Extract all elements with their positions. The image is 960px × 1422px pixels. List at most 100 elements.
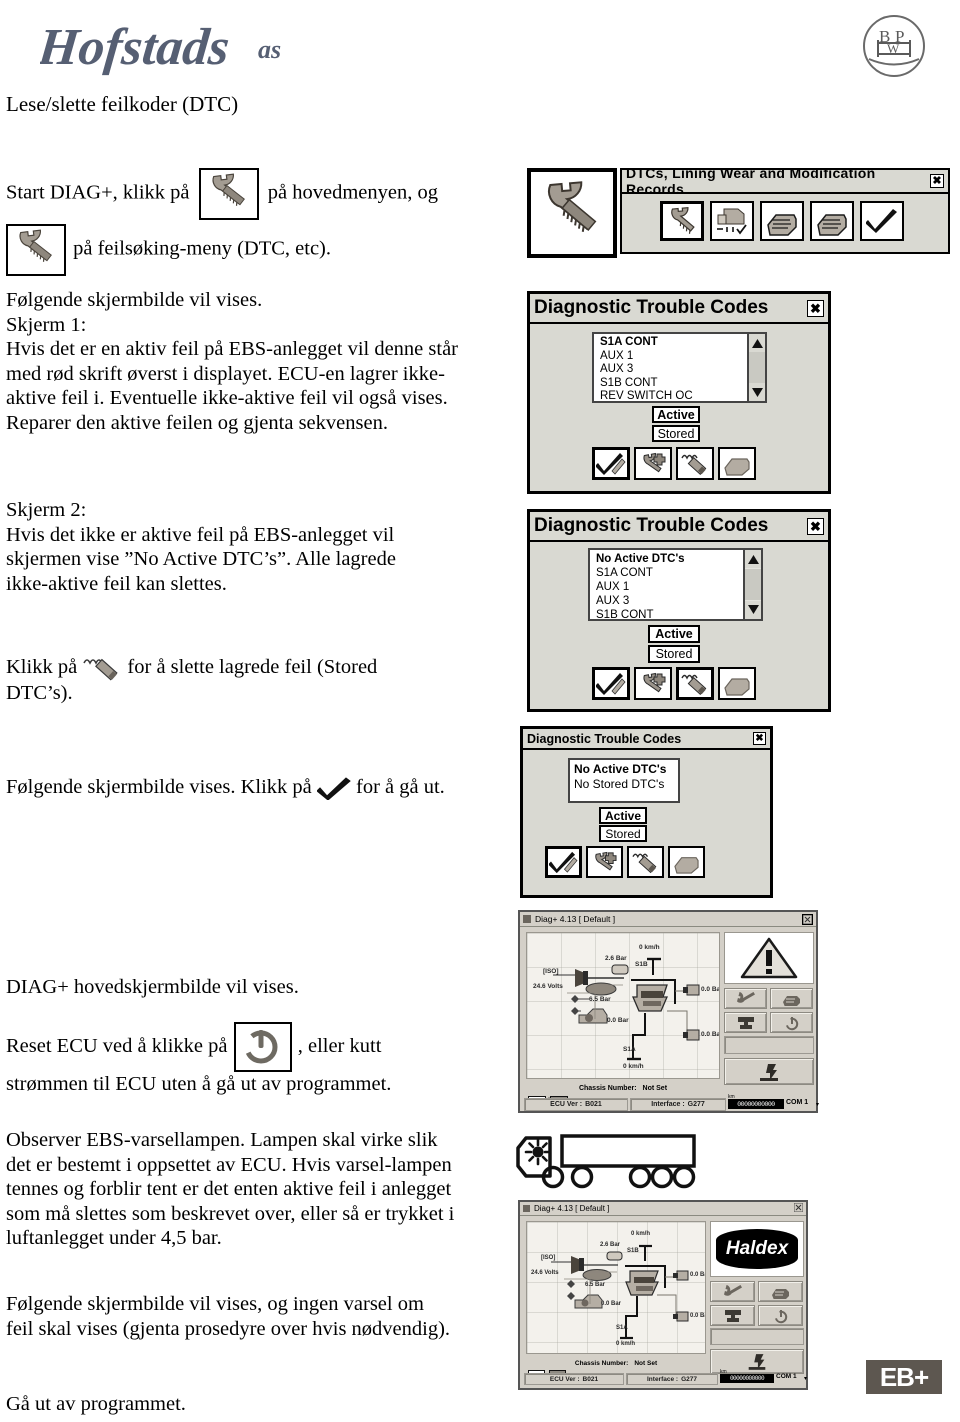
- label-speed-top: 0 km/h: [631, 1231, 651, 1237]
- list-item[interactable]: AUX 1: [600, 350, 765, 364]
- diag-wrench-button[interactable]: [710, 1281, 755, 1302]
- label-sensor-s1b: S1B: [627, 1248, 639, 1254]
- label-voltage: 24.6 Volts: [533, 983, 563, 990]
- wrench-button-icon-2[interactable]: [6, 224, 66, 276]
- report-button[interactable]: [724, 1012, 767, 1033]
- list-scrollbar[interactable]: [747, 334, 765, 401]
- com-port-dropdown-icon[interactable]: ▾: [816, 1101, 819, 1108]
- interface-label: Interface :: [651, 1101, 685, 1108]
- right-status-field: [710, 1328, 804, 1345]
- label-voltage: 24.6 Volts: [531, 1270, 559, 1276]
- wrench-plus-button[interactable]: [586, 846, 623, 878]
- p9-paragraph: Følgende skjermbilde vil vises, og ingen…: [6, 1293, 451, 1340]
- check-wrench-button[interactable]: [592, 667, 630, 700]
- print-records-button[interactable]: [718, 667, 756, 700]
- label-reservoir: 6.5 Bar: [585, 1282, 606, 1288]
- label-sensor-s1b: S1B: [635, 961, 648, 968]
- app-icon: [523, 915, 531, 923]
- p1-text-a: Start DIAG+, klikk på: [6, 181, 190, 204]
- dtcs-lining-wear-window: DTCs, Lining Wear and Modification Recor…: [620, 165, 950, 254]
- list-item[interactable]: AUX 1: [596, 580, 761, 594]
- tab-stored[interactable]: Stored: [652, 425, 700, 442]
- scroll-thumb[interactable]: [745, 568, 761, 601]
- tab-stored[interactable]: Stored: [648, 645, 700, 663]
- check-wrench-button[interactable]: [592, 447, 630, 480]
- com-port-dropdown-icon[interactable]: ▾: [804, 1375, 807, 1382]
- odometer-display: 00000000000: [728, 1099, 784, 1109]
- instruction-paragraph-1: Start DIAG+, klikk på på hovedmenyen, og: [6, 168, 476, 220]
- ecu-setup-button[interactable]: [770, 988, 813, 1009]
- close-icon[interactable]: [793, 1202, 804, 1214]
- list-item[interactable]: S1A CONT: [596, 566, 761, 580]
- list-item[interactable]: S1B CONT: [596, 608, 761, 619]
- ecu-setup-button[interactable]: [758, 1281, 803, 1302]
- tab-active[interactable]: Active: [599, 807, 647, 824]
- dtc-list[interactable]: No Active DTC's No Stored DTC's: [568, 758, 680, 803]
- com-port-label: COM 1: [786, 1099, 809, 1106]
- p2-line1: Følgende skjermbilde vil vises.: [6, 289, 263, 311]
- lining-wear-button[interactable]: [710, 201, 754, 241]
- label-bar-right-1: 0.0 Bar: [690, 1272, 705, 1278]
- svg-text:as: as: [258, 35, 281, 64]
- print-records-button[interactable]: [718, 447, 756, 480]
- pneumatic-diagram-canvas: [ISO] 24.6 Volts 2.6 Bar 0 km/h S1B 6.5 …: [526, 1221, 706, 1354]
- print-records-button[interactable]: [668, 846, 705, 878]
- list-scrollbar[interactable]: [743, 550, 761, 619]
- close-icon[interactable]: ✖: [807, 299, 824, 317]
- close-icon[interactable]: [802, 913, 813, 925]
- power-reset-button-icon[interactable]: [233, 1022, 292, 1072]
- wrench-button-icon-1[interactable]: [198, 168, 259, 220]
- interface-status: Interface : G277: [626, 1373, 718, 1385]
- close-icon[interactable]: ✖: [753, 732, 766, 745]
- list-item[interactable]: No Active DTC's: [596, 552, 761, 566]
- chassis-number-row: Chassis Number: Not Set: [526, 1082, 720, 1095]
- close-icon[interactable]: ✖: [807, 517, 824, 535]
- wrench-plus-button[interactable]: [634, 447, 672, 480]
- power-reset-button[interactable]: [770, 1012, 813, 1033]
- tab-active[interactable]: Active: [648, 625, 700, 643]
- list-item[interactable]: AUX 3: [596, 594, 761, 608]
- list-item[interactable]: No Active DTC's: [574, 762, 678, 777]
- scroll-up-arrow[interactable]: [745, 550, 761, 568]
- wrench-plus-button[interactable]: [634, 667, 672, 700]
- exit-check-button[interactable]: [860, 201, 904, 241]
- scroll-down-arrow[interactable]: [749, 383, 765, 401]
- close-icon[interactable]: ✖: [930, 174, 944, 188]
- page-title: Lese/slette feilkoder (DTC): [6, 92, 239, 116]
- records-button-1[interactable]: [760, 201, 804, 241]
- dtc-list[interactable]: S1A CONT AUX 1 AUX 3 S1B CONT REV SWITCH…: [592, 332, 767, 403]
- interface-value: G277: [681, 1375, 697, 1383]
- diagplus-main-window: Diag+ 4.13 [ Default ] [ISO] 24.6 Volts …: [518, 910, 819, 1113]
- tab-stored[interactable]: Stored: [599, 825, 647, 842]
- window-title-text: Diagnostic Trouble Codes: [527, 731, 682, 746]
- scroll-up-arrow[interactable]: [749, 334, 765, 352]
- power-reset-button[interactable]: [758, 1305, 803, 1326]
- scroll-thumb[interactable]: [749, 352, 765, 383]
- report-button[interactable]: [710, 1305, 755, 1326]
- list-item[interactable]: No Stored DTC's: [574, 777, 678, 792]
- list-item[interactable]: S1B CONT: [600, 377, 765, 391]
- diag-wrench-button[interactable]: [724, 988, 767, 1009]
- list-item[interactable]: REV SWITCH OC: [600, 390, 765, 401]
- scroll-down-arrow[interactable]: [745, 600, 761, 619]
- checkmark-inline-icon[interactable]: [316, 776, 351, 801]
- check-wrench-button[interactable]: [545, 846, 582, 878]
- erase-spark-button[interactable]: [627, 846, 664, 878]
- list-item[interactable]: S1A CONT: [600, 336, 765, 350]
- erase-spark-inline-icon[interactable]: [82, 655, 122, 681]
- tab-active[interactable]: Active: [652, 406, 700, 423]
- haldex-logo-panel: Haldex: [710, 1221, 804, 1277]
- erase-spark-button[interactable]: [676, 447, 714, 480]
- label-iso: [ISO]: [541, 1255, 556, 1261]
- app-title-text: Diag+ 4.13 [ Default ]: [535, 914, 616, 924]
- records-button-2[interactable]: [810, 201, 854, 241]
- instruction-paragraph-1b: på feilsøking-meny (DTC, etc).: [6, 224, 476, 276]
- p10-paragraph: Gå ut av programmet.: [6, 1393, 186, 1415]
- p1-text-b: på hovedmenyen, og: [267, 181, 438, 204]
- records-wrench-button[interactable]: [660, 201, 704, 241]
- dtc-list[interactable]: No Active DTC's S1A CONT AUX 1 AUX 3 S1B…: [588, 548, 763, 621]
- ecu-version-label: ECU Ver :: [549, 1375, 580, 1383]
- axle-load-button[interactable]: [724, 1058, 814, 1085]
- list-item[interactable]: AUX 3: [600, 363, 765, 377]
- erase-spark-button[interactable]: [676, 667, 714, 700]
